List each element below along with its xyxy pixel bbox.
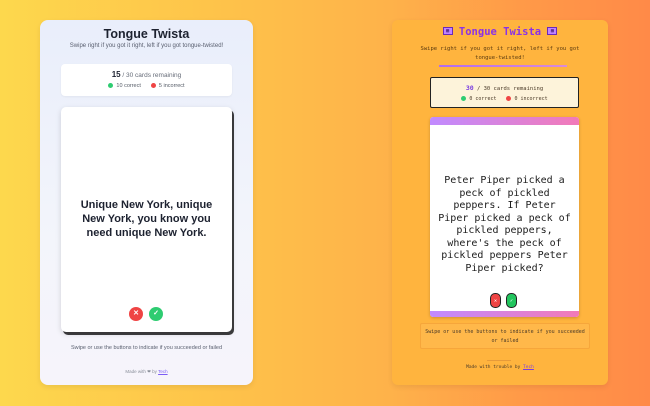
fail-button[interactable]: ✕ bbox=[129, 307, 143, 321]
check-icon: ✓ bbox=[153, 310, 159, 317]
check-icon: ✓ bbox=[509, 298, 513, 304]
cards-remaining: 15 / 30 cards remaining bbox=[61, 70, 232, 79]
card-text: Peter Piper picked a peck of pickled pep… bbox=[438, 175, 571, 274]
card-bottom-stripe bbox=[430, 311, 579, 317]
cards-remaining: 30 / 30 cards remaining bbox=[431, 84, 578, 92]
card-text: Unique New York, unique New York, you kn… bbox=[80, 199, 213, 239]
footer-divider bbox=[487, 360, 511, 361]
incorrect-dot-icon bbox=[150, 82, 156, 88]
card-icon: ▦ bbox=[442, 27, 453, 35]
remaining-label: / 30 cards remaining bbox=[473, 86, 544, 92]
close-icon: ✕ bbox=[133, 310, 139, 317]
correct-dot-icon bbox=[108, 82, 114, 88]
left-app-panel: Tongue Twista Swipe right if you got it … bbox=[40, 20, 253, 385]
correct-dot-icon bbox=[461, 95, 467, 101]
success-button[interactable]: ✓ bbox=[506, 293, 517, 308]
incorrect-count: 0 incorrect bbox=[514, 96, 548, 102]
footer-link[interactable]: Tech bbox=[523, 365, 534, 370]
footer: Made with ❤ by Tech bbox=[40, 369, 253, 375]
tongue-twister-card[interactable]: Peter Piper picked a peck of pickled pep… bbox=[430, 117, 579, 317]
score-counts: 10 correct 5 incorrect bbox=[61, 82, 232, 89]
incorrect-dot-icon bbox=[506, 95, 512, 101]
remaining-count: 15 bbox=[111, 70, 121, 79]
correct-count: 10 correct bbox=[116, 83, 141, 89]
close-icon: ✕ bbox=[493, 298, 497, 304]
footer-link[interactable]: Tech bbox=[158, 369, 168, 374]
instructions-subtitle: Swipe right if you got it right, left if… bbox=[69, 43, 224, 49]
footer: Made with trouble by Tech bbox=[392, 365, 608, 370]
stats-card: 15 / 30 cards remaining 10 correct 5 inco… bbox=[61, 64, 232, 96]
score-counts: 0 correct 0 incorrect bbox=[431, 95, 578, 102]
stats-card: 30 / 30 cards remaining 0 correct 0 incor… bbox=[430, 77, 579, 108]
remaining-label: / 30 cards remaining bbox=[120, 72, 182, 79]
success-button[interactable]: ✓ bbox=[149, 307, 163, 321]
progress-bar-fill bbox=[439, 65, 567, 67]
remaining-count: 30 bbox=[465, 84, 474, 92]
page-title: Tongue Twista bbox=[103, 27, 190, 41]
progress-bar bbox=[439, 65, 567, 67]
footer-prefix: Made with bbox=[125, 369, 148, 374]
correct-count: 0 correct bbox=[469, 96, 497, 102]
right-app-panel: ▦ Tongue Twista ▦ Swipe right if you got… bbox=[392, 20, 608, 385]
page-title-retro: ▦ Tongue Twista ▦ bbox=[392, 26, 608, 38]
card-top-stripe bbox=[430, 117, 579, 125]
swipe-hint: Swipe or use the buttons to indicate if … bbox=[70, 345, 223, 351]
fail-button[interactable]: ✕ bbox=[490, 293, 501, 308]
tongue-twister-card[interactable]: Unique New York, unique New York, you kn… bbox=[61, 107, 232, 332]
incorrect-count: 5 incorrect bbox=[158, 83, 185, 89]
swipe-hint: Swipe or use the buttons to indicate if … bbox=[420, 323, 590, 349]
title-text: Tongue Twista bbox=[458, 26, 542, 38]
footer-text: Made with trouble by bbox=[466, 365, 524, 370]
instructions-subtitle: Swipe right if you got it right, left if… bbox=[420, 46, 580, 61]
card-icon: ▦ bbox=[547, 27, 558, 35]
